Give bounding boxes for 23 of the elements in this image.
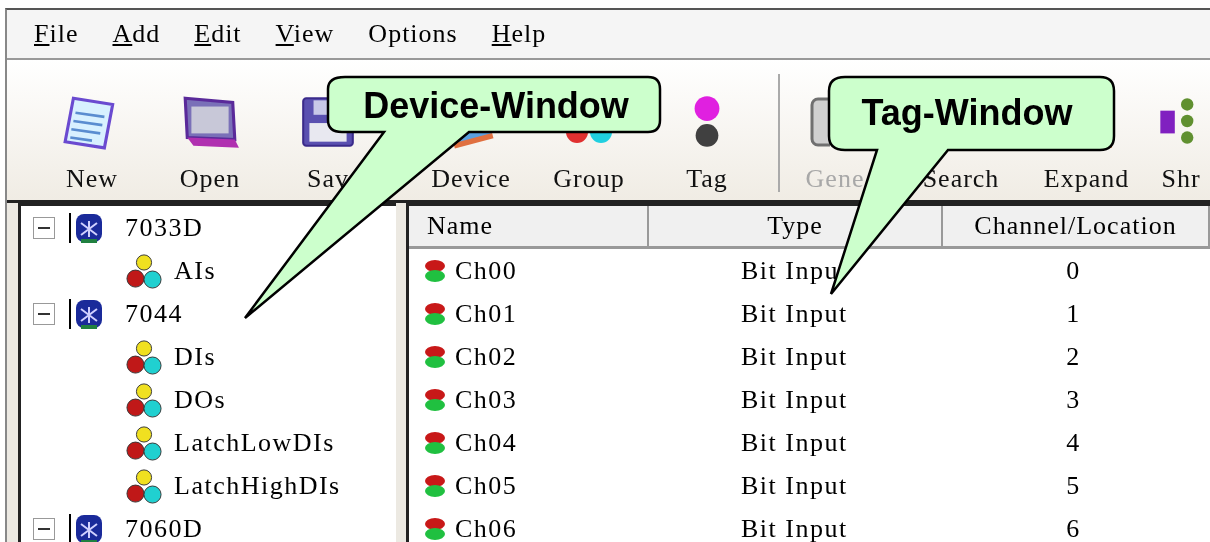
table-cell: Ch02 [455,341,518,372]
table-cell: Ch06 [455,513,518,542]
table-cell: Ch01 [455,298,518,329]
table-cell: Bit Input [741,427,848,458]
table-cell: Ch04 [455,427,518,458]
table-cell: Bit Input [741,470,848,501]
table-cell: Bit Input [741,341,848,372]
table-cell: Ch05 [455,470,518,501]
table-cell: 2 [1066,341,1081,372]
table-cell: 4 [1066,427,1081,458]
table-cell: 0 [1066,255,1081,286]
table-cell: 6 [1066,513,1081,542]
table-cell: Ch03 [455,384,518,415]
callout-label: Device-Window [363,85,629,126]
callout-label: Tag-Window [861,92,1073,133]
table-cell: Bit Inpu [741,255,839,286]
table-cell: Ch00 [455,255,518,286]
table-cell: Bit Input [741,384,848,415]
table-cell: Bit Input [741,513,848,542]
table-cell: 3 [1066,384,1081,415]
table-cell: Bit Input [741,298,848,329]
table-cell: 5 [1066,470,1081,501]
table-cell: 1 [1066,298,1081,329]
